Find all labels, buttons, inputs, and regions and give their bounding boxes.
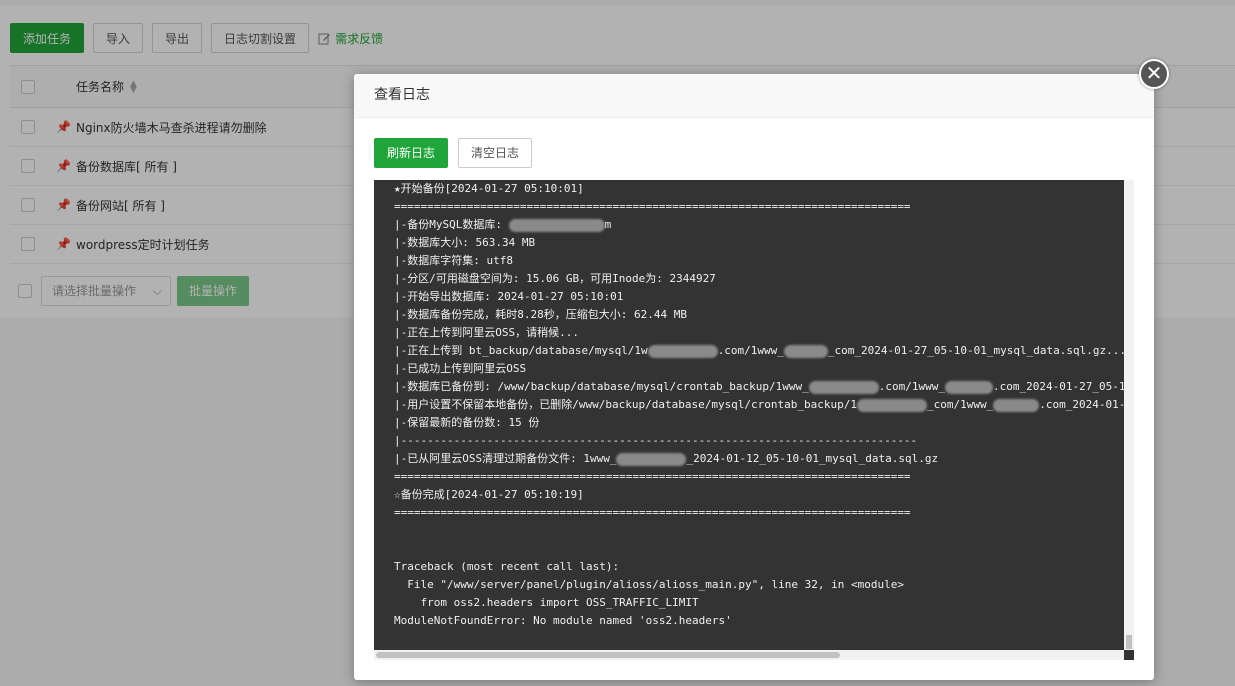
log-text: ☆备份完成[2024-01-27 05:10:19] [394, 488, 584, 501]
log-line: |-数据库已备份到: /www/backup/database/mysql/cr… [394, 378, 1124, 396]
refresh-log-button[interactable]: 刷新日志 [374, 138, 449, 168]
log-text: .com_2024-01-27_05-10-01_ [992, 380, 1124, 393]
log-text: ★开始备份[2024-01-27 05:10:01] [394, 182, 584, 195]
redacted-text [944, 380, 993, 394]
log-line: |-备份MySQL数据库: m [394, 216, 1124, 234]
log-text: _com/1www_ [927, 398, 994, 411]
vertical-scrollbar[interactable] [1124, 180, 1134, 650]
log-line: File "/www/server/panel/plugin/alioss/al… [394, 576, 1124, 594]
log-text: |-正在上传到 bt_backup/database/mysql/1w [394, 344, 648, 357]
log-line: |-保留最新的备份数: 15 份 [394, 414, 1124, 432]
log-line: |-开始导出数据库: 2024-01-27 05:10:01 [394, 288, 1124, 306]
log-line: |-数据库字符集: utf8 [394, 252, 1124, 270]
log-text: File "/www/server/panel/plugin/alioss/al… [394, 578, 904, 591]
log-text: |-数据库字符集: utf8 [394, 254, 513, 267]
log-line: ☆备份完成[2024-01-27 05:10:19] [394, 486, 1124, 504]
redacted-text [616, 452, 687, 466]
log-text: |-已从阿里云OSS清理过期备份文件: 1www_ [394, 452, 617, 465]
log-line: ★开始备份[2024-01-27 05:10:01] [394, 180, 1124, 198]
log-line: ModuleNotFoundError: No module named 'os… [394, 612, 1124, 630]
log-text: _com_2024-01-27_05-10-01_mysql_data.sql.… [827, 344, 1124, 357]
log-text: |-已成功上传到阿里云OSS [394, 362, 527, 375]
log-line: ========================================… [394, 504, 1124, 522]
log-line: ========================================… [394, 198, 1124, 216]
log-line: |-正在上传到 bt_backup/database/mysql/1w .com/… [394, 342, 1124, 360]
log-text: |-用户设置不保留本地备份，已删除/www/backup/database/my… [394, 398, 858, 411]
log-line: |-分区/可用磁盘空间为: 15.06 GB，可用Inode为: 2344927 [394, 270, 1124, 288]
log-line: |-用户设置不保留本地备份，已删除/www/backup/database/my… [394, 396, 1124, 414]
log-line: |-已成功上传到阿里云OSS [394, 360, 1124, 378]
redacted-text [993, 398, 1040, 412]
redacted-text [857, 398, 928, 412]
clear-log-button[interactable]: 清空日志 [458, 138, 533, 168]
vertical-scrollbar-thumb[interactable] [1126, 635, 1132, 649]
modal-title: 查看日志 [354, 74, 1154, 118]
log-text: ModuleNotFoundError: No module named 'os… [394, 614, 732, 627]
log-text: |-备份MySQL数据库: [394, 218, 509, 231]
log-line: |---------------------------------------… [394, 432, 1124, 450]
log-text: ========================================… [394, 470, 911, 483]
log-text: ========================================… [394, 200, 911, 213]
log-text: |-保留最新的备份数: 15 份 [394, 416, 540, 429]
log-line: |-已从阿里云OSS清理过期备份文件: 1www_ _2024-01-12_05-… [394, 450, 1124, 468]
log-modal: 查看日志 刷新日志 清空日志 ★开始备份[2024-01-27 05:10:01… [354, 74, 1154, 680]
log-text: |-正在上传到阿里云OSS，请稍候... [394, 326, 579, 339]
log-line: from oss2.headers import OSS_TRAFFIC_LIM… [394, 594, 1124, 612]
log-text: |-分区/可用磁盘空间为: 15.06 GB，可用Inode为: 2344927 [394, 272, 716, 285]
log-line: |-数据库大小: 563.34 MB [394, 234, 1124, 252]
redacted-text [808, 380, 879, 394]
log-text: |-数据库已备份到: /www/backup/database/mysql/cr… [394, 380, 809, 393]
redacted-text [508, 218, 605, 232]
log-text: |-开始导出数据库: 2024-01-27 05:10:01 [394, 290, 624, 303]
log-line: ========================================… [394, 468, 1124, 486]
log-line: Traceback (most recent call last): [394, 558, 1124, 576]
log-line: |-正在上传到阿里云OSS，请稍候... [394, 324, 1124, 342]
log-text: .com_2024-01- [1039, 398, 1124, 411]
modal-actions: 刷新日志 清空日志 [374, 138, 542, 168]
log-text: |---------------------------------------… [394, 434, 918, 447]
horizontal-scrollbar-thumb[interactable] [376, 652, 840, 658]
log-text: |-数据库大小: 563.34 MB [394, 236, 536, 249]
log-viewer[interactable]: ★开始备份[2024-01-27 05:10:01] ==============… [374, 180, 1134, 660]
log-text: Traceback (most recent call last): [394, 560, 620, 573]
log-line: |-数据库备份完成，耗时8.28秒，压缩包大小: 62.44 MB [394, 306, 1124, 324]
log-text: .com/1www_ [878, 380, 945, 393]
log-text: ========================================… [394, 506, 911, 519]
horizontal-scrollbar[interactable] [374, 650, 1124, 660]
log-text: _2024-01-12_05-10-01_mysql_data.sql.gz [686, 452, 939, 465]
redacted-text [647, 344, 718, 358]
close-icon[interactable]: ✕ [1139, 59, 1169, 89]
log-text: .com/1www_ [717, 344, 784, 357]
log-text: |-数据库备份完成，耗时8.28秒，压缩包大小: 62.44 MB [394, 308, 687, 321]
log-content: ★开始备份[2024-01-27 05:10:01] ==============… [394, 180, 1124, 630]
log-text: m [604, 218, 612, 231]
log-text: from oss2.headers import OSS_TRAFFIC_LIM… [394, 596, 699, 609]
redacted-text [783, 344, 828, 358]
